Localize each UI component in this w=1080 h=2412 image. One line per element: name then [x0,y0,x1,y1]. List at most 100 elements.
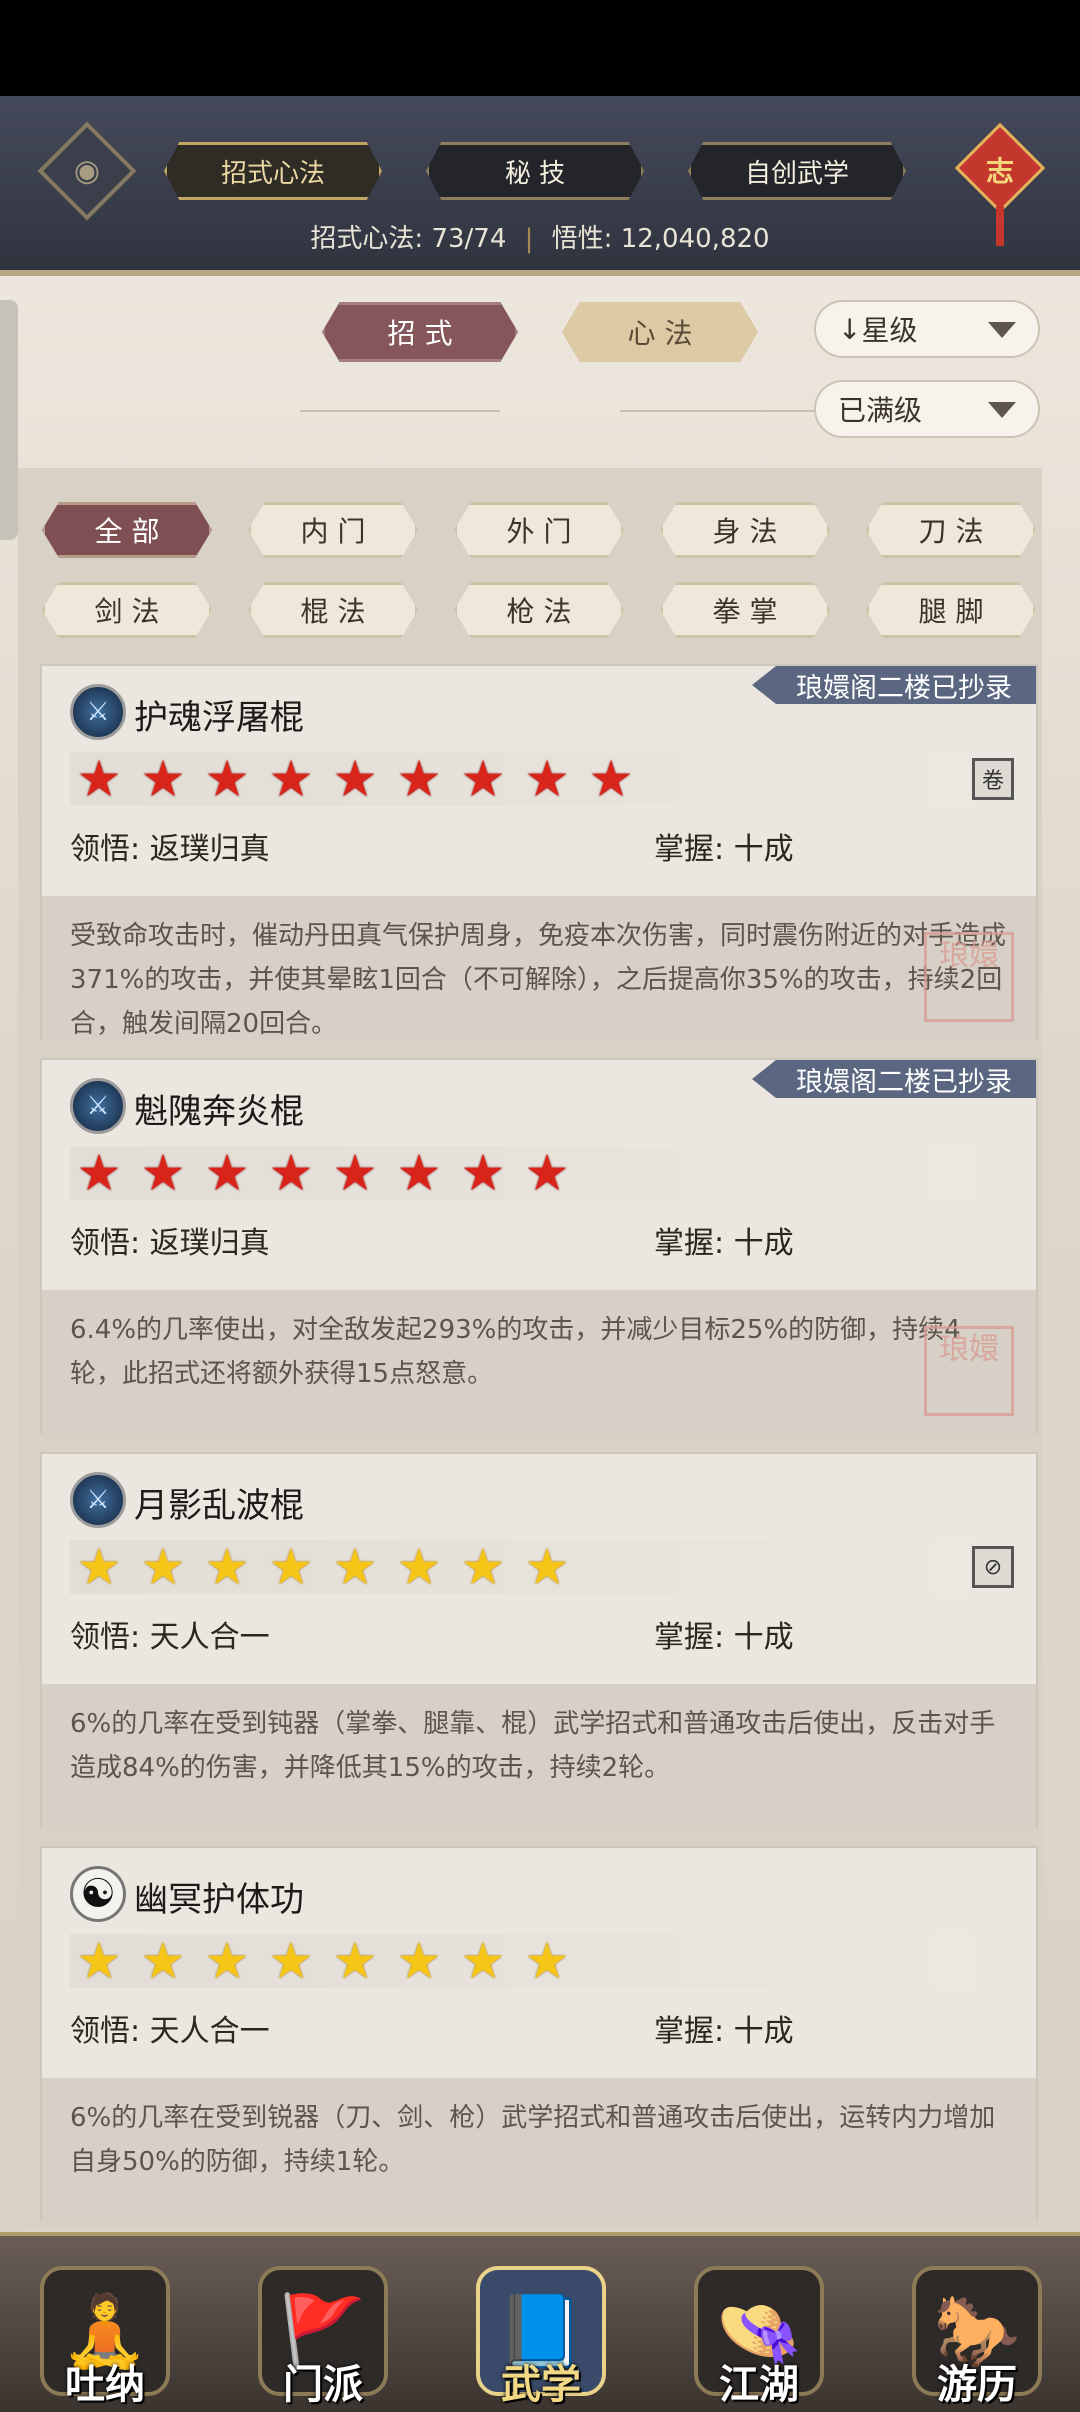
comprehension-label: 领悟: [70,1226,141,1261]
star-icon: ★ [332,750,378,808]
sort-select[interactable]: ↓ 星级 [814,300,1040,358]
comprehension-label: 领悟: [70,2014,141,2049]
divider [620,410,820,412]
description-text: 受致命攻击时，催动丹田真气保护周身，免疫本次伤害，同时震伤附近的对手造成371%… [70,921,1007,1039]
star-icon: ★ [140,1932,186,1990]
nav-label: 吐纳 [65,2362,145,2408]
skill-count-label: 招式心法: [310,224,424,254]
chevron-down-icon [988,402,1016,418]
card-header: ☯ 幽冥护体功 ★ ★ ★ ★ ★ ★ ★ ★ 领悟: 天人合一 掌握: 十成 [42,1848,1036,2078]
star-icon: ★ [140,1538,186,1596]
left-scroll-handle[interactable] [0,300,18,540]
card-header: ⚔ 月影乱波棍 ★ ★ ★ ★ ★ ★ ★ ★ ⊘ 领悟: 天人合一 掌握: 十成 [42,1454,1036,1684]
description-text: 6.4%的几率使出，对全敌发起293%的攻击，并减少目标25%的防御，持续4轮，… [70,1315,961,1389]
nav-jianghu[interactable]: 👒 江湖 [684,2250,834,2410]
chip-leg[interactable]: 腿 脚 [866,582,1036,638]
nav-label: 武学 [501,2362,581,2408]
star-icon: ★ [268,750,314,808]
prohibit-icon[interactable]: ⊘ [972,1546,1014,1588]
star-icon: ★ [76,1932,122,1990]
nav-travel[interactable]: 🐎 游历 [902,2250,1052,2410]
comprehension: 领悟: 天人合一 [70,2006,270,2050]
yin-yang-icon: ☯ [70,1866,126,1922]
header: ◉ 招式心法 秘 技 自创武学 志 招式心法: 73/74 | 悟性: 12,0… [0,96,1080,276]
view-toggle-button[interactable]: ◉ [37,121,137,221]
copied-badge: 琅嬛阁二楼已抄录 [752,666,1036,704]
chip-staff[interactable]: 棍 法 [248,582,418,638]
description-text: 6%的几率在受到钝器（掌拳、腿靠、棍）武学招式和普通攻击后使出，反击对手造成84… [70,1709,996,1783]
star-icon: ★ [460,1538,506,1596]
star-rating: ★ ★ ★ ★ ★ ★ ★ ★ [70,1146,970,1200]
comprehension-value: 返璞归真 [149,1226,270,1261]
comprehension-label: 领悟: [70,1620,141,1655]
star-icon: ★ [396,750,442,808]
nav-sect[interactable]: 🚩 门派 [248,2250,398,2410]
skill-count-value: 73/74 [431,224,507,254]
tab-moves-methods[interactable]: 招式心法 [164,142,382,200]
star-icon: ★ [204,750,250,808]
chip-fist[interactable]: 拳 掌 [660,582,830,638]
star-icon: ★ [332,1932,378,1990]
nav-label: 游历 [937,2362,1017,2408]
mastery-value: 十成 [733,832,794,867]
star-icon: ★ [524,1932,570,1990]
tab-custom-martial[interactable]: 自创武学 [688,142,906,200]
staff-skill-icon: ⚔ [70,684,126,740]
star-icon: ★ [332,1144,378,1202]
skill-description: 受致命攻击时，催动丹田真气保护周身，免疫本次伤害，同时震伤附近的对手造成371%… [42,896,1036,1040]
staff-skill-icon: ⚔ [70,1078,126,1134]
comprehension-value: 返璞归真 [149,832,270,867]
star-icon: ★ [460,1144,506,1202]
skill-name: 魁隗奔炎棍 [134,1092,304,1132]
comprehension-label: 领悟: [70,832,141,867]
skill-name: 月影乱波棍 [134,1486,304,1526]
skill-name: 幽冥护体功 [134,1880,304,1920]
copied-badge: 琅嬛阁二楼已抄录 [752,1060,1036,1098]
header-info: 招式心法: 73/74 | 悟性: 12,040,820 [0,218,1080,255]
arrow-down-icon: ↓ [838,312,862,346]
chip-blade[interactable]: 刀 法 [866,502,1036,558]
nav-martial-arts[interactable]: 📘 武学 [466,2250,616,2410]
chip-sword[interactable]: 剑 法 [42,582,212,638]
skill-card[interactable]: 琅嬛阁二楼已抄录 ⚔ 魁隗奔炎棍 ★ ★ ★ ★ ★ ★ ★ ★ 领悟: 返璞归真 掌握: 十… [40,1058,1038,1434]
subtab-moves[interactable]: 招 式 [322,302,518,362]
mastery: 掌握: 十成 [654,824,794,868]
star-icon: ★ [524,1144,570,1202]
skill-card[interactable]: ☯ 幽冥护体功 ★ ★ ★ ★ ★ ★ ★ ★ 领悟: 天人合一 掌握: 十成 6%的几率在受… [40,1846,1038,2222]
star-rating: ★ ★ ★ ★ ★ ★ ★ ★ [70,1934,970,1988]
star-icon: ★ [76,750,122,808]
chip-inner[interactable]: 内 门 [248,502,418,558]
chip-movement[interactable]: 身 法 [660,502,830,558]
mastery-label: 掌握: [654,1226,725,1261]
star-icon: ★ [140,1144,186,1202]
sort-label: 星级 [861,314,918,347]
nav-label: 门派 [283,2362,363,2408]
seal-stamp: 琅嬛 [924,932,1014,1022]
skill-card[interactable]: 琅嬛阁二楼已抄录 ⚔ 护魂浮屠棍 ★ ★ ★ ★ ★ ★ ★ ★ ★ 卷 领悟: 返璞归真 掌握… [40,664,1038,1040]
star-rating: ★ ★ ★ ★ ★ ★ ★ ★ [70,1540,970,1594]
status-bar [0,0,1080,96]
comprehension: 领悟: 返璞归真 [70,824,270,868]
filter-label: 已满级 [838,394,923,427]
star-icon: ★ [268,1144,314,1202]
skill-card[interactable]: ⚔ 月影乱波棍 ★ ★ ★ ★ ★ ★ ★ ★ ⊘ 领悟: 天人合一 掌握: 十成 6%的几率… [40,1452,1038,1828]
subtab-methods[interactable]: 心 法 [562,302,758,362]
star-icon: ★ [460,750,506,808]
skill-name: 护魂浮屠棍 [134,698,304,738]
nav-label: 江湖 [719,2362,799,2408]
mastery-label: 掌握: [654,832,725,867]
level-filter-select[interactable]: 已满级 [814,380,1040,438]
tab-secret-skills[interactable]: 秘 技 [426,142,644,200]
nav-breathing[interactable]: 🧘 吐纳 [30,2250,180,2410]
chip-spear[interactable]: 枪 法 [454,582,624,638]
comprehension-value: 天人合一 [149,1620,270,1655]
star-icon: ★ [460,1932,506,1990]
star-rating: ★ ★ ★ ★ ★ ★ ★ ★ ★ [70,752,970,806]
chip-all[interactable]: 全 部 [42,502,212,558]
divider [300,410,500,412]
star-icon: ★ [204,1144,250,1202]
chip-outer[interactable]: 外 门 [454,502,624,558]
mastery-value: 十成 [733,1226,794,1261]
scroll-book-icon[interactable]: 卷 [972,758,1014,800]
star-icon: ★ [396,1144,442,1202]
